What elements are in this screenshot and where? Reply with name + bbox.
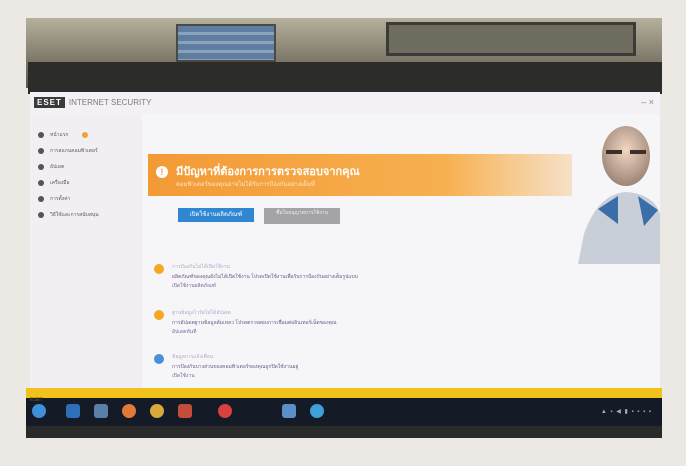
notice-link[interactable]: เปิดใช้งานผลิตภัณฑ์ bbox=[172, 282, 216, 290]
sidebar-item-help[interactable]: วิธีใช้และการสนับสนุน bbox=[30, 208, 142, 222]
file-explorer-icon[interactable] bbox=[94, 404, 108, 418]
system-tray[interactable]: ▲ ▪ ◀ ▮ ▪ ▪ ▪ ▪ bbox=[601, 408, 652, 415]
eset-icon[interactable] bbox=[282, 404, 296, 418]
window-controls[interactable]: – × bbox=[641, 97, 654, 107]
warning-icon bbox=[154, 264, 164, 274]
notice-title: การป้องกันไม่ได้เปิดใช้งาน bbox=[172, 264, 230, 270]
banner-title: มีปัญหาที่ต้องการการตรวจสอบจากคุณ bbox=[176, 166, 360, 178]
info-icon bbox=[154, 354, 164, 364]
notification-strip: ESET bbox=[26, 388, 662, 403]
help-icon bbox=[38, 212, 44, 218]
sidebar-item-label: วิธีใช้และการสนับสนุน bbox=[50, 212, 99, 218]
notice-body: การอัปเดตฐานข้อมูลล้มเหลว โปรดตรวจสอบการ… bbox=[172, 320, 337, 326]
warning-icon bbox=[154, 310, 164, 320]
briefcase-icon bbox=[38, 180, 44, 186]
home-icon bbox=[38, 132, 44, 138]
sidebar-item-tools[interactable]: เครื่องมือ bbox=[30, 176, 142, 190]
notice-item: ฐานข้อมูลไวรัสไม่ได้อัปเดต การอัปเดตฐานข… bbox=[148, 306, 568, 346]
sidebar-item-update[interactable]: อัปเดต bbox=[30, 160, 142, 174]
gear-icon bbox=[38, 196, 44, 202]
sidebar-item-setup[interactable]: การตั้งค่า bbox=[30, 192, 142, 206]
skype-icon[interactable] bbox=[310, 404, 324, 418]
notice-body: ผลิตภัณฑ์ของคุณยังไม่ได้เปิดใช้งาน โปรดเ… bbox=[172, 274, 358, 280]
start-button-icon[interactable] bbox=[32, 404, 46, 418]
sidebar-item-label: การสแกนคอมพิวเตอร์ bbox=[50, 148, 98, 154]
photo-background: ESET INTERNET SECURITY – × หน้าแรก การสแ… bbox=[0, 0, 686, 466]
desk-edge bbox=[26, 426, 662, 438]
brand-logo: ESET bbox=[34, 97, 65, 108]
buy-license-button[interactable]: ซื้อใบอนุญาตการใช้งาน bbox=[264, 208, 340, 224]
refresh-icon bbox=[38, 164, 44, 170]
notice-title: ฐานข้อมูลไวรัสไม่ได้อัปเดต bbox=[172, 310, 231, 316]
notice-link[interactable]: อัปเดตทันที bbox=[172, 328, 196, 336]
notice-item: การป้องกันไม่ได้เปิดใช้งาน ผลิตภัณฑ์ของค… bbox=[148, 260, 568, 300]
title-bar: ESET INTERNET SECURITY – × bbox=[30, 92, 660, 114]
window-blinds bbox=[176, 24, 276, 62]
app-window: ESET INTERNET SECURITY – × หน้าแรก การสแ… bbox=[30, 92, 660, 390]
room-window bbox=[386, 22, 636, 56]
activate-button[interactable]: เปิดใช้งานผลิตภัณฑ์ bbox=[178, 208, 254, 222]
sidebar: หน้าแรก การสแกนคอมพิวเตอร์ อัปเดต เครื่อ… bbox=[30, 114, 142, 390]
app-logo: ESET INTERNET SECURITY bbox=[34, 97, 151, 108]
app-icon[interactable] bbox=[178, 404, 192, 418]
media-icon[interactable] bbox=[122, 404, 136, 418]
chrome-icon[interactable] bbox=[150, 404, 164, 418]
notification-text: ESET bbox=[30, 397, 44, 403]
product-name: INTERNET SECURITY bbox=[68, 98, 152, 107]
alert-icon: ! bbox=[156, 166, 168, 178]
sidebar-item-label: เครื่องมือ bbox=[50, 180, 70, 186]
sidebar-item-label: การตั้งค่า bbox=[50, 196, 71, 202]
notice-item: ข้อมูลการแจ้งเตือน การป้องกันบางส่วนของค… bbox=[148, 350, 568, 390]
sidebar-item-label: หน้าแรก bbox=[50, 132, 69, 138]
monitor-bezel bbox=[28, 62, 662, 94]
warning-badge bbox=[82, 132, 89, 138]
notice-link[interactable]: เปิดใช้งาน bbox=[172, 372, 195, 380]
sidebar-item-home[interactable]: หน้าแรก bbox=[30, 128, 142, 142]
sidebar-item-label: อัปเดต bbox=[50, 164, 65, 170]
search-icon bbox=[38, 148, 44, 154]
opera-icon[interactable] bbox=[218, 404, 232, 418]
alert-banner: ! มีปัญหาที่ต้องการการตรวจสอบจากคุณ คอมพ… bbox=[148, 154, 572, 196]
notice-title: ข้อมูลการแจ้งเตือน bbox=[172, 354, 214, 360]
robot-mascot bbox=[578, 126, 660, 264]
notice-body: การป้องกันบางส่วนของคอมพิวเตอร์ของคุณถูก… bbox=[172, 364, 299, 370]
taskbar: ESET ▲ ▪ ◀ ▮ ▪ ▪ ▪ ▪ bbox=[26, 388, 662, 426]
browser-icon[interactable] bbox=[66, 404, 80, 418]
banner-subtitle: คอมพิวเตอร์ของคุณอาจไม่ได้รับการป้องกันอ… bbox=[176, 182, 315, 188]
sidebar-item-scan[interactable]: การสแกนคอมพิวเตอร์ bbox=[30, 144, 142, 158]
